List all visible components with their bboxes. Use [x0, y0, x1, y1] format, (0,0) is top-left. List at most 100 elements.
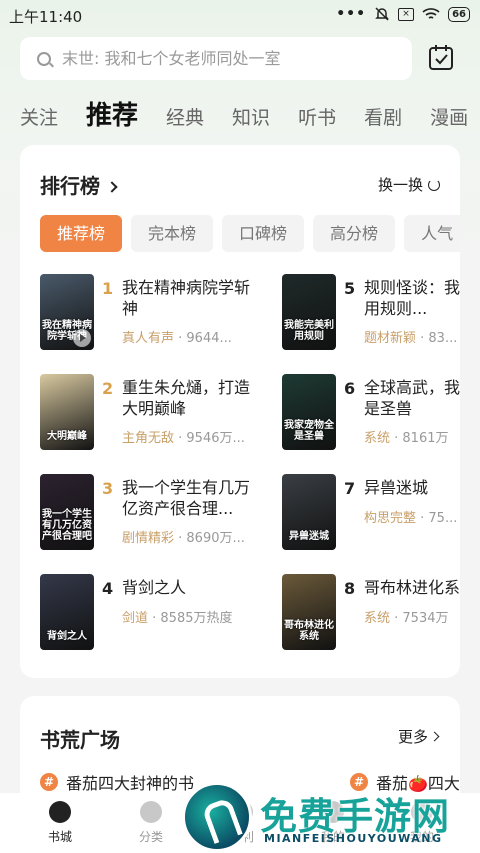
grid-icon	[140, 801, 162, 823]
book-cover: 哥布林进化系统	[282, 574, 336, 650]
book-item[interactable]: 哥布林进化系统 8 哥布林进化系统 系统 · 7534万	[282, 574, 460, 654]
mute-bell-icon	[375, 7, 389, 21]
nav-category[interactable]: 分类	[121, 801, 181, 845]
tab-comics[interactable]: 漫画	[430, 103, 468, 138]
book-item[interactable]: 大明巅峰 2 重生朱允熥，打造大明巅峰 主角无敌 · 9546万...	[40, 374, 250, 454]
book-item[interactable]: 异兽迷城 7 异兽迷城 构思完整 · 75...	[282, 474, 460, 554]
book-meta: 系统 · 7534万	[364, 607, 460, 626]
tab-drama[interactable]: 看剧	[364, 103, 402, 138]
book-heat: · 8585万热度	[148, 611, 233, 626]
search-icon	[37, 51, 51, 66]
category-tabs: 关注 推荐 经典 知识 听书 看剧 漫画	[20, 94, 480, 138]
tab-audiobook[interactable]: 听书	[298, 103, 336, 138]
cover-title: 哥布林进化系统	[284, 620, 334, 642]
cover-title: 背剑之人	[47, 631, 87, 642]
nav-label: 分类	[138, 830, 163, 844]
book-heat: · 83...	[416, 331, 458, 346]
book-item[interactable]: 我一个学生有几万亿资产很合理吧 3 我一个学生有几万亿资产很合理... 剧情精彩…	[40, 474, 250, 554]
more-label: 更多	[397, 728, 428, 746]
book-tag: 剑道	[122, 611, 149, 626]
book-item[interactable]: 背剑之人 4 背剑之人 剑道 · 8585万热度	[40, 574, 250, 654]
book-heat: · 8690万...	[174, 531, 245, 546]
cover-title: 我一个学生有几万亿资产很合理吧	[42, 509, 92, 542]
book-heat: · 7534万	[390, 611, 449, 626]
filter-recommend[interactable]: 推荐榜	[40, 215, 123, 252]
filter-high-score[interactable]: 高分榜	[313, 215, 396, 252]
book-title: 重生朱允熥，打造大明巅峰	[122, 378, 251, 418]
tab-recommend[interactable]: 推荐	[86, 95, 138, 138]
more-button[interactable]: 更多	[397, 726, 440, 747]
tab-follow[interactable]: 关注	[20, 103, 58, 138]
refresh-icon	[428, 178, 440, 191]
sim-icon: ×	[398, 7, 415, 21]
watermark-logo-icon	[182, 782, 252, 852]
refresh-label: 换一换	[377, 176, 423, 194]
book-meta: 构思完整 · 75...	[364, 507, 460, 526]
cover-title: 大明巅峰	[47, 431, 87, 442]
ranking-title[interactable]: 排行榜	[40, 170, 118, 199]
book-tag: 主角无敌	[122, 431, 175, 446]
plaza-item-label: 番茄四大封神的书	[66, 774, 195, 793]
more-dots-icon: •••	[336, 6, 367, 22]
book-item[interactable]: 我在精神病院学斩神 1 我在精神病院学斩神 真人有声 · 9644...	[40, 274, 250, 354]
cover-title: 我家宠物全是圣兽	[284, 420, 334, 442]
book-item[interactable]: 我家宠物全是圣兽 6 全球高武，我物全是圣兽 系统 · 8161万	[282, 374, 460, 454]
book-rank: 3	[102, 479, 114, 498]
book-item[interactable]: 我能完美利用规则 5 规则怪谈：我美利用规则... 题材新颖 · 83...	[282, 274, 460, 354]
compass-icon	[49, 801, 71, 823]
hashtag-icon: #	[40, 773, 58, 791]
book-heat: · 9644...	[174, 331, 232, 346]
book-rank: 7	[344, 479, 356, 498]
book-cover: 异兽迷城	[282, 474, 336, 550]
book-rank: 1	[102, 279, 114, 298]
nav-bookstore[interactable]: 书城	[30, 801, 90, 845]
book-cover: 我家宠物全是圣兽	[282, 374, 336, 450]
ranking-card: 排行榜 换一换 推荐榜 完本榜 口碑榜 高分榜 人气 我在精神病院学斩神 1 我…	[20, 145, 460, 678]
calendar-check-icon[interactable]	[428, 43, 454, 71]
filter-popularity[interactable]: 人气	[404, 215, 460, 252]
search-input[interactable]	[62, 49, 392, 68]
book-rank: 5	[344, 279, 356, 298]
cover-title: 异兽迷城	[289, 531, 329, 542]
book-tag: 系统	[364, 611, 391, 626]
battery-icon: 66	[448, 6, 470, 22]
book-tag: 题材新颖	[364, 331, 417, 346]
book-meta: 题材新颖 · 83...	[364, 327, 460, 346]
book-tag: 系统	[364, 431, 391, 446]
plaza-title: 书荒广场	[40, 728, 120, 752]
book-heat: · 9546万...	[174, 431, 245, 446]
book-cover: 我在精神病院学斩神	[40, 274, 94, 350]
book-cover: 我能完美利用规则	[282, 274, 336, 350]
book-meta: 系统 · 8161万	[364, 427, 460, 446]
book-rank: 2	[102, 379, 114, 398]
book-title: 我在精神病院学斩神	[122, 278, 251, 318]
book-title: 哥布林进化系统	[364, 578, 460, 597]
watermark-subtext: MIANFEISHOUYOUWANG	[264, 832, 443, 845]
chevron-right-icon	[429, 731, 440, 742]
book-rank: 6	[344, 379, 356, 398]
status-time: 上午11:40	[9, 8, 83, 26]
book-title: 全球高武，我物全是圣兽	[364, 378, 460, 418]
book-meta: 剧情精彩 · 8690万...	[122, 527, 262, 546]
play-icon	[73, 329, 91, 347]
filter-reputation[interactable]: 口碑榜	[222, 215, 305, 252]
plaza-item[interactable]: # 番茄四大封神的书	[40, 770, 194, 794]
book-title: 规则怪谈：我美利用规则...	[364, 278, 460, 318]
watermark: 免费手游网 MIANFEISHOUYOUWANG	[182, 780, 480, 853]
nav-label: 书城	[47, 830, 72, 844]
book-tag: 构思完整	[364, 511, 417, 526]
book-meta: 真人有声 · 9644...	[122, 327, 262, 346]
search-bar[interactable]	[20, 37, 412, 80]
status-bar: 上午11:40 ••• × 66	[0, 0, 480, 32]
book-meta: 主角无敌 · 9546万...	[122, 427, 262, 446]
tab-knowledge[interactable]: 知识	[232, 103, 270, 138]
ranking-title-text: 排行榜	[40, 174, 100, 198]
tab-classic[interactable]: 经典	[166, 103, 204, 138]
book-rank: 4	[102, 579, 114, 598]
ranking-filters: 推荐榜 完本榜 口碑榜 高分榜 人气	[40, 215, 460, 252]
refresh-button[interactable]: 换一换	[378, 174, 440, 195]
book-cover: 背剑之人	[40, 574, 94, 650]
filter-completed[interactable]: 完本榜	[131, 215, 214, 252]
book-title: 我一个学生有几万亿资产很合理...	[122, 478, 251, 518]
chevron-right-icon	[106, 181, 118, 193]
